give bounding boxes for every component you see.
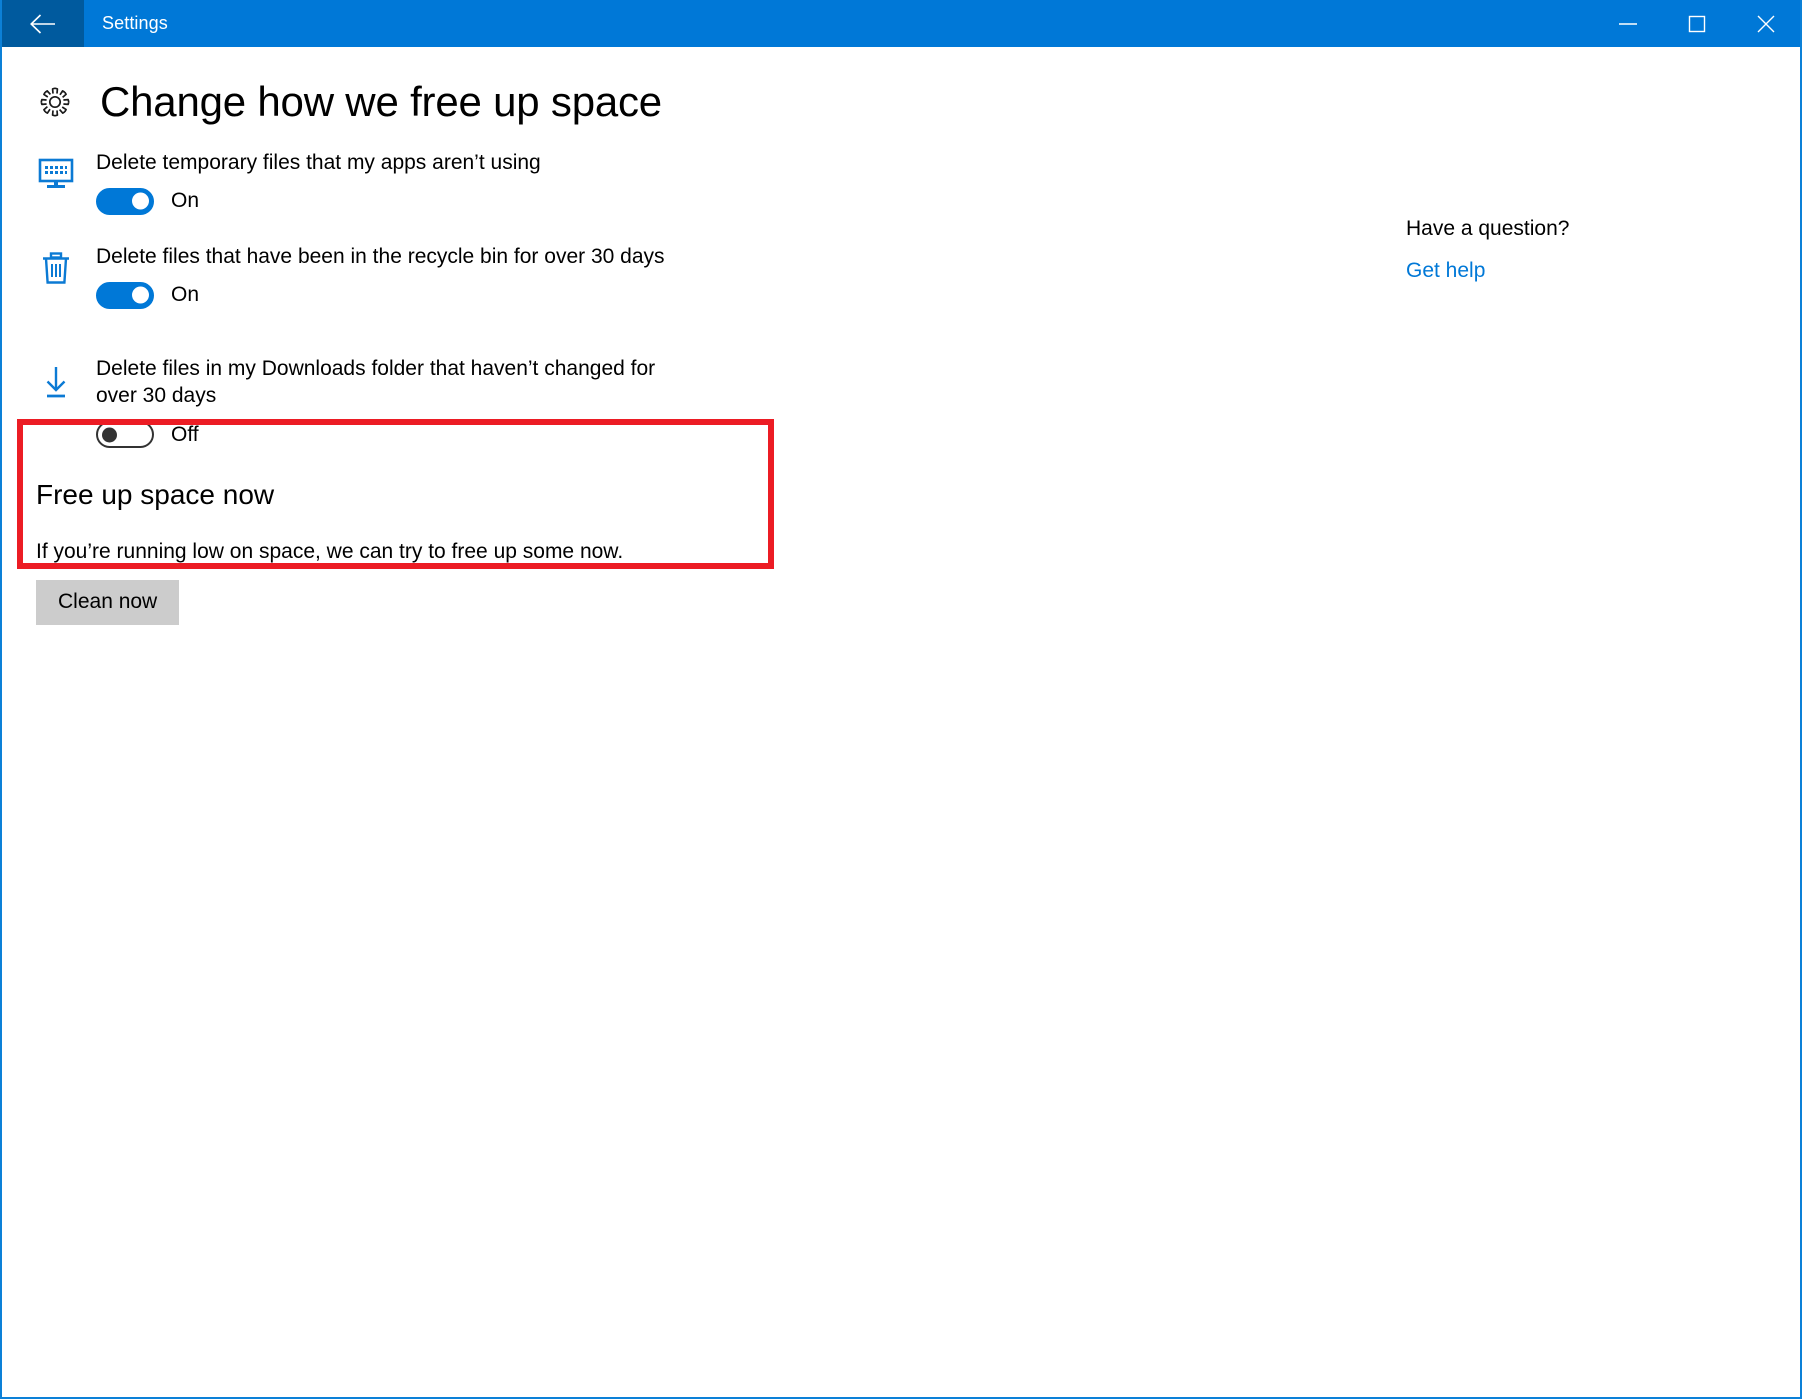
recycle-bin-icon [36,243,76,289]
back-arrow-icon [28,13,58,35]
maximize-icon [1687,14,1707,34]
setting-toggle-wrap: On [96,187,1800,215]
minimize-icon [1617,18,1639,30]
gear-icon [36,83,74,121]
toggle-knob [132,286,149,304]
toggle-temp-files[interactable] [96,187,154,215]
get-help-link[interactable]: Get help [1406,259,1485,283]
setting-toggle-wrap: Off [96,421,1800,449]
download-icon [36,347,76,403]
setting-row-temp-files: Delete temporary files that my apps aren… [2,149,1800,215]
help-column: Have a question? Get help [1406,217,1736,283]
toggle-downloads[interactable] [96,421,154,449]
setting-label: Delete files that have been in the recyc… [96,244,665,268]
page-header: Change how we free up space [2,47,1800,125]
title-bar: Settings [2,0,1800,47]
setting-body: Delete files in my Downloads folder that… [96,347,1800,449]
setting-row-downloads: Delete files in my Downloads folder that… [2,347,1800,449]
toggle-recycle-bin[interactable] [96,281,154,309]
monitor-apps-icon [36,149,76,195]
setting-label: Delete temporary files that my apps aren… [96,151,541,175]
close-icon [1755,13,1777,35]
section-description: If you’re running low on space, we can t… [36,539,624,563]
settings-window: Settings Change how we free up space Del… [0,0,1802,1399]
page-title: Change how we free up space [100,78,662,125]
back-button[interactable] [2,0,84,47]
toggle-state-label: On [171,283,200,307]
toggle-knob [132,192,149,210]
page-content: Change how we free up space Delete tempo… [2,47,1800,625]
toggle-state-label: On [171,189,200,213]
section-title: Free up space now [36,479,275,511]
help-title: Have a question? [1406,217,1570,240]
toggle-knob [102,427,117,443]
close-button[interactable] [1731,0,1800,47]
setting-label: Delete files in my Downloads folder that… [96,356,656,408]
maximize-button[interactable] [1662,0,1731,47]
toggle-state-label: Off [171,422,199,446]
setting-body: Delete temporary files that my apps aren… [96,149,1800,215]
minimize-button[interactable] [1593,0,1662,47]
free-up-space-section: Free up space now If you’re running low … [2,478,1800,625]
clean-now-button[interactable]: Clean now [36,579,180,625]
setting-toggle-wrap: On [96,281,1800,309]
settings-list: Delete temporary files that my apps aren… [2,149,1800,449]
window-title: Settings [102,13,168,33]
window-controls [1593,0,1800,47]
